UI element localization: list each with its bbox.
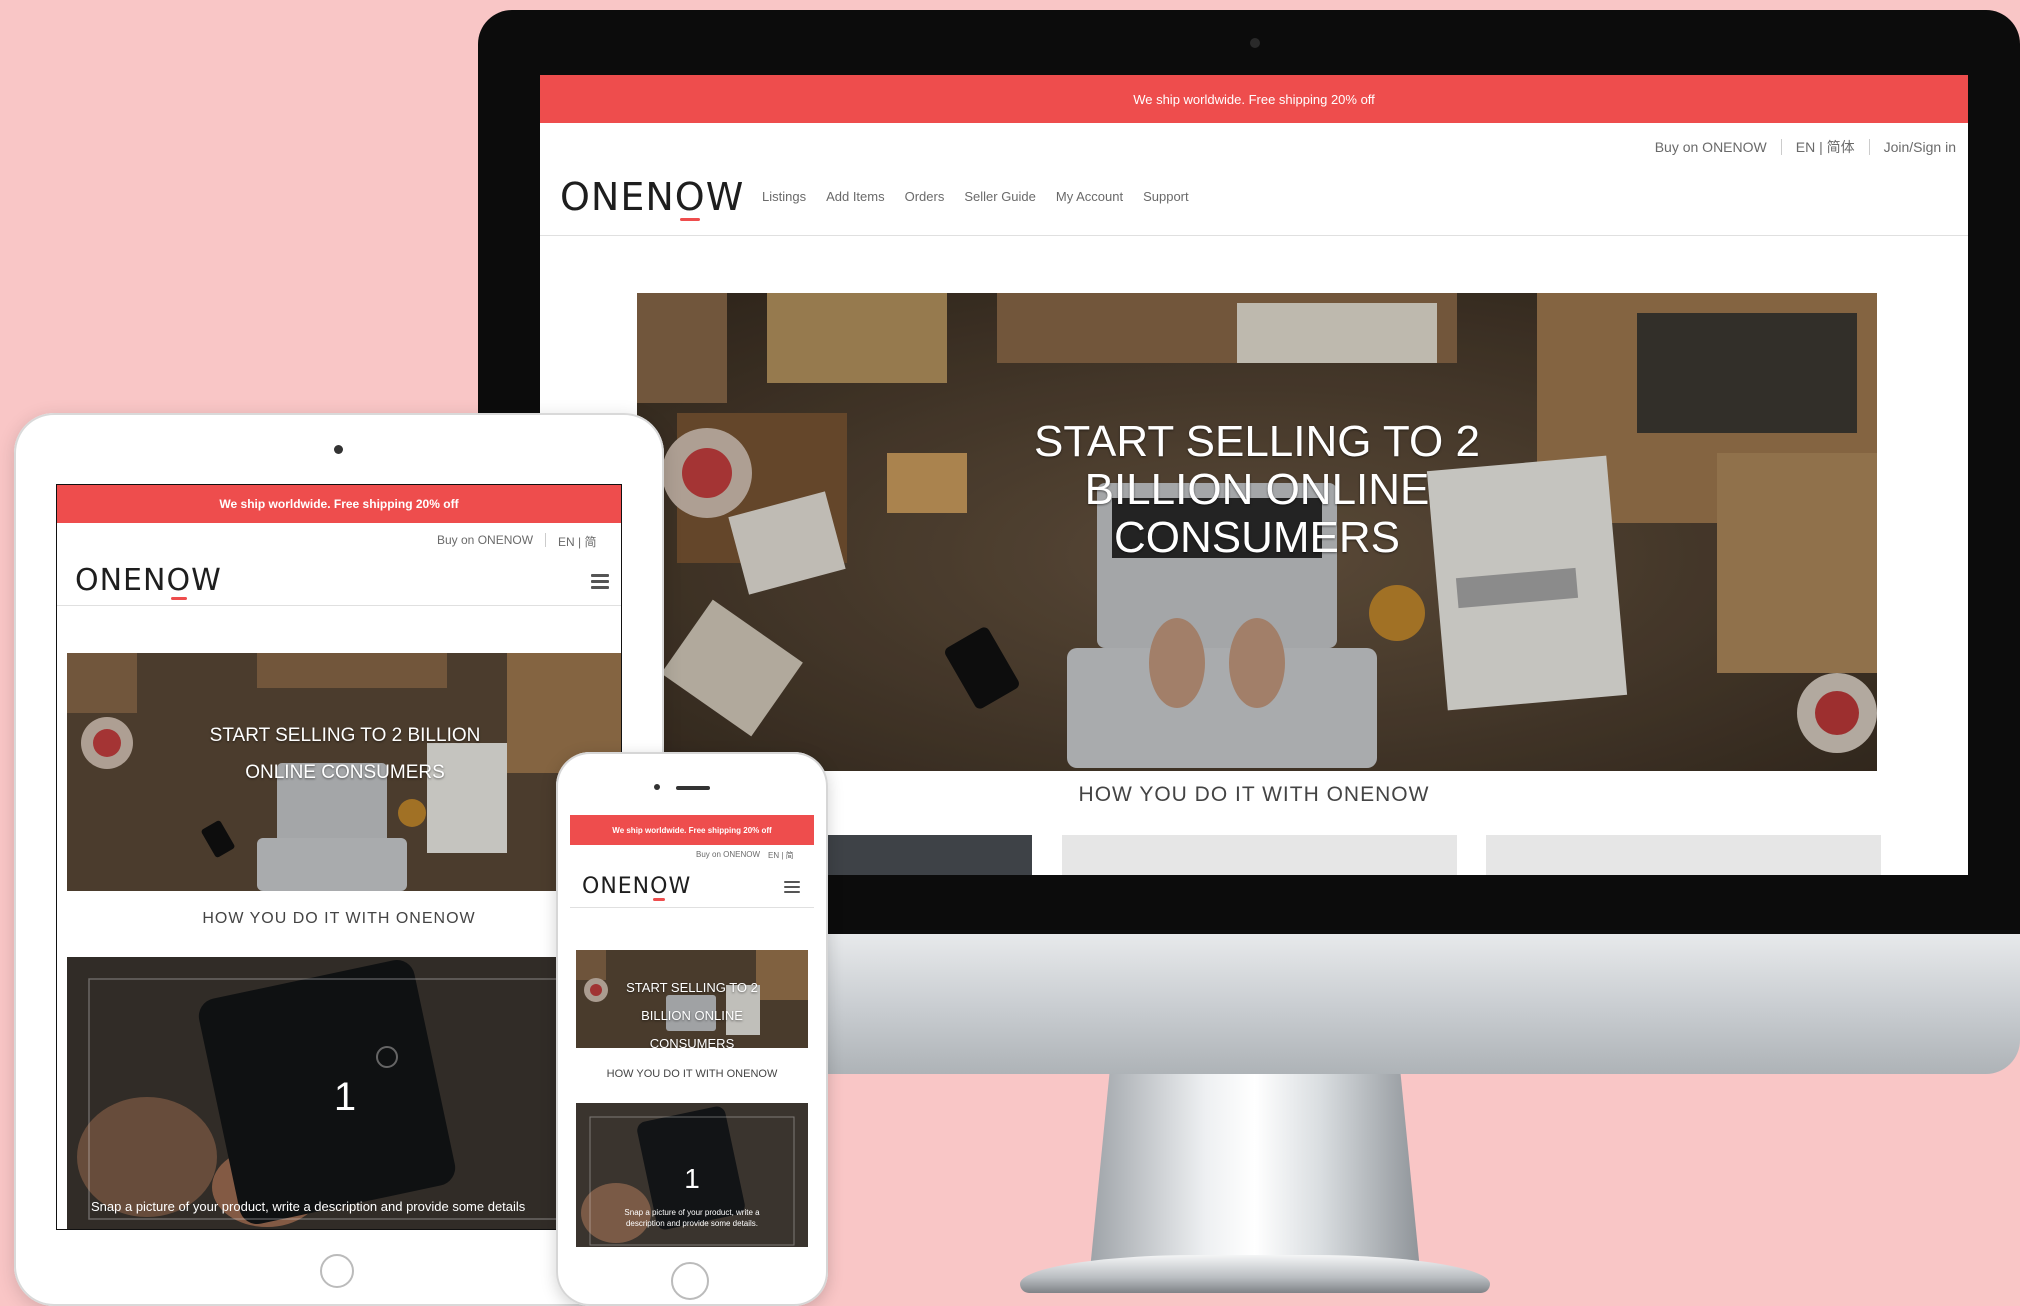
hero-line-1: START SELLING TO 2 [626, 980, 758, 995]
monitor-stand-neck [1090, 1070, 1420, 1270]
hamburger-menu-icon[interactable] [784, 881, 800, 893]
nav-support[interactable]: Support [1143, 189, 1189, 204]
phone-promo-banner: We ship worldwide. Free shipping 20% off [570, 815, 814, 845]
hero-line-1: START SELLING TO 2 [1034, 417, 1480, 466]
monitor-stand-base [1020, 1255, 1490, 1293]
logo-text-o: O [674, 175, 706, 219]
step-number: 1 [333, 1075, 357, 1119]
tablet-hero-headline: START SELLING TO 2 BILLION ONLINE CONSUM… [67, 717, 621, 791]
hero-line-2: BILLION ONLINE [1084, 465, 1430, 514]
logo-text-right: W [668, 874, 692, 899]
header-divider [57, 605, 621, 606]
phone-step-card-1[interactable]: 1 Snap a picture of your product, write … [576, 1103, 808, 1247]
phone-hero-banner: START SELLING TO 2 BILLION ONLINE CONSUM… [576, 950, 808, 1048]
phone-how-title: HOW YOU DO IT WITH ONENOW [606, 1068, 778, 1080]
buy-on-onenow-link[interactable]: Buy on ONENOW [437, 533, 545, 550]
logo-text-right: W [705, 175, 745, 219]
logo-text-left: ONEN [75, 563, 167, 598]
nav-listings[interactable]: Listings [762, 189, 806, 204]
logo-text-left: ONEN [582, 874, 651, 899]
desktop-promo-banner: We ship worldwide. Free shipping 20% off [540, 75, 1968, 123]
phone-topbar: Buy on ONENOW EN | 简 [696, 850, 794, 861]
header-divider [540, 235, 1968, 236]
hero-line-2: BILLION ONLINE [641, 1008, 743, 1023]
logo-text-left: ONEN [560, 175, 675, 219]
buy-on-onenow-link[interactable]: Buy on ONENOW [696, 850, 768, 861]
tablet-step-card-1[interactable]: 1 Snap a picture of your product, write … [67, 957, 621, 1229]
tablet-camera [334, 445, 343, 454]
nav-add-items[interactable]: Add Items [826, 189, 885, 204]
tablet-how-title: HOW YOU DO IT WITH ONENOW [202, 910, 476, 927]
nav-orders[interactable]: Orders [905, 189, 945, 204]
hero-line-3: CONSUMERS [1113, 513, 1401, 562]
phone-home-button[interactable] [671, 1262, 709, 1300]
tablet-promo-banner: We ship worldwide. Free shipping 20% off [57, 485, 621, 523]
tablet-topbar: Buy on ONENOW EN | 简 [437, 533, 597, 550]
tablet-home-button[interactable] [320, 1254, 354, 1288]
logo-text-o: O [650, 874, 669, 899]
phone-hero-headline: START SELLING TO 2 BILLION ONLINE CONSUM… [576, 974, 808, 1048]
monitor-camera [1250, 38, 1260, 48]
nav-my-account[interactable]: My Account [1056, 189, 1123, 204]
phone-camera [654, 784, 660, 790]
logo-text-right: W [191, 563, 222, 598]
tablet-hero-banner: START SELLING TO 2 BILLION ONLINE CONSUM… [67, 653, 621, 891]
desktop-main-nav: Listings Add Items Orders Seller Guide M… [762, 189, 1189, 204]
logo-text-o: O [166, 563, 192, 598]
buy-on-onenow-link[interactable]: Buy on ONENOW [1641, 139, 1781, 155]
header-divider [570, 907, 814, 908]
tablet-screen: We ship worldwide. Free shipping 20% off… [56, 484, 622, 1230]
phone-logo[interactable]: ONENOW [582, 874, 691, 900]
step-card-2[interactable] [1062, 835, 1457, 875]
phone-speaker [676, 786, 710, 790]
desktop-hero-banner: START SELLING TO 2 BILLION ONLINE CONSUM… [637, 293, 1877, 771]
hero-line-2: ONLINE CONSUMERS [245, 762, 445, 783]
desktop-hero-headline: START SELLING TO 2 BILLION ONLINE CONSUM… [637, 418, 1877, 562]
hamburger-menu-icon[interactable] [591, 574, 609, 589]
phone-screen: We ship worldwide. Free shipping 20% off… [570, 815, 814, 1247]
step-description: Snap a picture of your product, write a … [91, 1199, 526, 1214]
tablet-logo[interactable]: ONENOW [75, 563, 222, 599]
nav-seller-guide[interactable]: Seller Guide [964, 189, 1036, 204]
step-card-3[interactable] [1486, 835, 1881, 875]
step-description: Snap a picture of your product, write a … [624, 1208, 760, 1228]
language-switch[interactable]: EN | 简体 [1782, 137, 1869, 157]
join-sign-in-link[interactable]: Join/Sign in [1870, 139, 1956, 155]
hero-line-1: START SELLING TO 2 BILLION [209, 725, 481, 746]
desktop-topbar: Buy on ONENOW EN | 简体 Join/Sign in [1641, 137, 1956, 157]
language-switch[interactable]: EN | 简 [546, 533, 596, 550]
hero-line-3: CONSUMERS [649, 1036, 735, 1048]
desktop-logo[interactable]: ONENOW [560, 175, 744, 219]
language-switch[interactable]: EN | 简 [768, 850, 794, 861]
step-number: 1 [684, 1163, 700, 1194]
